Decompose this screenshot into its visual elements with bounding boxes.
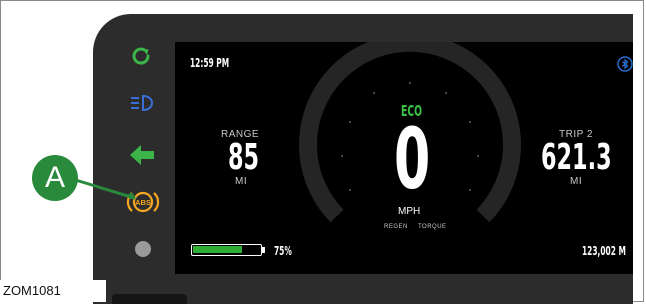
callout-leader-end <box>128 193 134 199</box>
callout-a: A <box>32 155 78 201</box>
charging-icon <box>129 44 153 68</box>
battery-gauge <box>191 244 262 256</box>
turn-signal-left-icon <box>129 144 155 166</box>
range-unit: MI <box>235 176 248 187</box>
torque-label: TORQUE <box>418 224 447 230</box>
odometer: 123,002 M <box>582 244 626 258</box>
speed-value: 0 <box>394 110 431 208</box>
speed-unit: MPH <box>398 206 421 217</box>
regen-label: REGEN <box>384 224 408 230</box>
headlight-icon <box>129 94 157 112</box>
range-value: 85 <box>228 137 260 178</box>
battery-level-fill <box>193 246 242 253</box>
battery-terminal <box>262 247 265 253</box>
dashboard-screen: 12:59 PM RANGE 85 MI ECO 0 MPH REGEN TOR… <box>175 42 633 274</box>
indicator-light-off <box>135 241 151 257</box>
figure-id: ZOM1081 <box>0 280 106 302</box>
abs-text: ABS <box>135 198 151 207</box>
clock-time: 12:59 PM <box>190 56 230 70</box>
bluetooth-icon <box>617 56 633 72</box>
battery-percent: 75% <box>274 244 292 258</box>
trip-value: 621.3 <box>541 137 612 178</box>
bezel-bottom-tab <box>112 294 187 304</box>
trip-unit: MI <box>570 176 583 187</box>
